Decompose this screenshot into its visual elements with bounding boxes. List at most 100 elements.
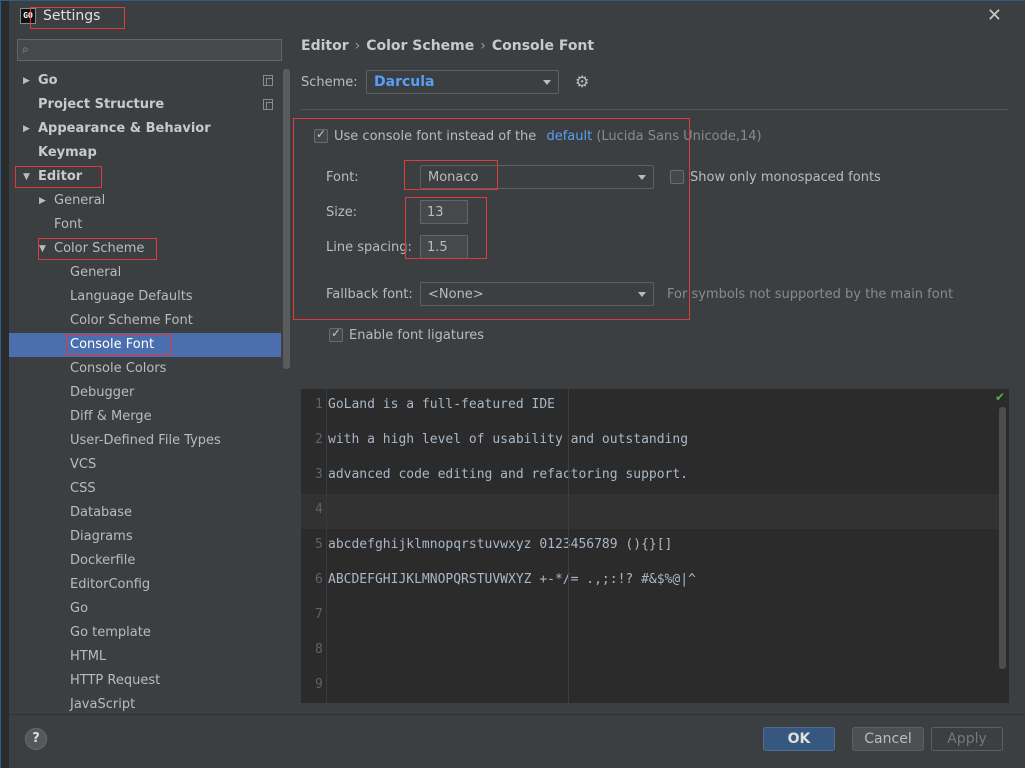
cancel-button[interactable]: Cancel [852,727,924,751]
show-monospaced-checkbox[interactable] [670,170,684,184]
collapsed-arrow-icon[interactable]: ▶ [39,189,46,213]
show-monospaced-label: Show only monospaced fonts [690,170,881,185]
sidebar-item-label: Project Structure [38,97,165,112]
fallback-font-value: <None> [428,287,484,302]
preview-line: 2 with a high level of usability and outs… [301,424,1001,459]
sidebar-item-diff-merge[interactable]: Diff & Merge [9,405,281,429]
settings-search-box[interactable]: ⌕ [17,39,282,61]
scheme-value: Darcula [374,74,435,90]
sidebar-item-label: HTTP Request [70,673,161,688]
sidebar-item-label: CSS [70,481,96,496]
preview-line: 6 ABCDEFGHIJKLMNOPQRSTUVWXYZ +-*/= .,;:!?… [301,564,1001,599]
title-bar: GO Settings ✕ [9,1,1025,33]
close-icon[interactable]: ✕ [987,5,1002,26]
preview-line: 7 [301,599,1001,634]
sidebar-item-appearance-behavior[interactable]: ▶ Appearance & Behavior [9,117,281,141]
sidebar-item-label: Debugger [70,385,135,400]
sidebar-item-font[interactable]: Font [9,213,281,237]
line-number: 2 [315,432,323,447]
search-input[interactable] [38,41,278,59]
preview-scrollbar[interactable] [999,407,1006,669]
sidebar-item-database[interactable]: Database [9,501,281,525]
sidebar-item-dockerfile[interactable]: Dockerfile [9,549,281,573]
sidebar-item-go[interactable]: ▶ Go [9,69,281,93]
sidebar-item-project-structure[interactable]: Project Structure [9,93,281,117]
default-font-link[interactable]: default [546,129,592,144]
gutter-divider [326,389,327,703]
size-input[interactable]: 13 [420,200,468,224]
sidebar-item-label: Editor [38,169,83,184]
help-icon[interactable]: ? [25,728,47,750]
preview-line-text: with a high level of usability and outst… [328,432,689,447]
enable-ligatures-checkbox[interactable] [329,326,343,342]
line-spacing-label: Line spacing: [326,240,412,255]
preview-line: 1 GoLand is a full-featured IDE [301,389,1001,424]
scheme-label: Scheme: [301,75,358,90]
preview-line: 5 abcdefghijklmnopqrstuvwxyz 0123456789 (… [301,529,1001,564]
line-number: 7 [315,607,323,622]
scheme-dropdown[interactable]: Darcula [366,70,559,94]
sidebar-item-label: HTML [70,649,107,664]
sidebar-item-general[interactable]: General [9,261,281,285]
sidebar-scrollbar[interactable] [283,69,290,369]
sidebar-item-label: Go template [70,625,151,640]
sidebar-item-label: General [70,265,122,280]
sidebar-item-language-defaults[interactable]: Language Defaults [9,285,281,309]
line-number: 8 [315,642,323,657]
sidebar-item-diagrams[interactable]: Diagrams [9,525,281,549]
sidebar-item-javascript[interactable]: JavaScript [9,693,281,714]
sidebar-item-label: Go [70,601,89,616]
preview-line-text: advanced code editing and refactoring su… [328,467,689,482]
sidebar-item-color-scheme[interactable]: ▼ Color Scheme [9,237,281,261]
sidebar-item-label: Color Scheme Font [70,313,193,328]
expanded-arrow-icon[interactable]: ▼ [23,165,30,189]
sidebar-item-css[interactable]: CSS [9,477,281,501]
line-number: 6 [315,572,323,587]
sidebar-item-label: Console Colors [70,361,167,376]
sidebar-item-label: Keymap [38,145,97,160]
sidebar-item-color-scheme-font[interactable]: Color Scheme Font [9,309,281,333]
sidebar-item-console-font[interactable]: Console Font [9,333,281,357]
sidebar-item-user-defined-file-types[interactable]: User-Defined File Types [9,429,281,453]
use-console-font-row: Use console font instead of the default … [334,129,762,144]
sidebar-item-html[interactable]: HTML [9,645,281,669]
project-scope-icon [263,75,273,86]
collapsed-arrow-icon[interactable]: ▶ [23,117,30,141]
sidebar-item-label: EditorConfig [70,577,151,592]
collapsed-arrow-icon[interactable]: ▶ [23,69,30,93]
sidebar-item-general[interactable]: ▶ General [9,189,281,213]
font-preview-editor[interactable]: 1 GoLand is a full-featured IDE 2 with a hi… [301,389,1009,703]
line-number: 5 [315,537,323,552]
sidebar-item-debugger[interactable]: Debugger [9,381,281,405]
expanded-arrow-icon[interactable]: ▼ [39,237,46,261]
breadcrumb-editor[interactable]: Editor [301,38,349,54]
sidebar-item-vcs[interactable]: VCS [9,453,281,477]
breadcrumb-color-scheme[interactable]: Color Scheme [366,38,474,54]
preview-line: 3 advanced code editing and refactoring s… [301,459,1001,494]
fallback-font-label: Fallback font: [326,287,413,302]
sidebar-item-go[interactable]: Go [9,597,281,621]
sidebar-item-label: Diagrams [70,529,133,544]
sidebar-item-label: Font [54,217,83,232]
sidebar-item-label: Database [70,505,133,520]
font-dropdown[interactable]: Monaco [420,165,654,189]
sidebar-item-go-template[interactable]: Go template [9,621,281,645]
ok-button[interactable]: OK [763,727,835,751]
dialog-button-bar: ? OK Cancel Apply [9,714,1025,768]
line-spacing-input[interactable]: 1.5 [420,235,468,259]
gear-icon[interactable]: ⚙ [575,72,589,91]
apply-button[interactable]: Apply [931,727,1003,751]
sidebar-item-console-colors[interactable]: Console Colors [9,357,281,381]
fallback-font-dropdown[interactable]: <None> [420,282,654,306]
sidebar-item-http-request[interactable]: HTTP Request [9,669,281,693]
sidebar-item-editorconfig[interactable]: EditorConfig [9,573,281,597]
line-number: 4 [315,502,323,517]
right-margin-guide [568,389,569,703]
sidebar-item-label: Language Defaults [70,289,193,304]
line-number: 3 [315,467,323,482]
sidebar-item-editor[interactable]: ▼ Editor [9,165,281,189]
settings-main-panel: Editor › Color Scheme › Console Font Scheme:… [291,33,1025,714]
sidebar-item-keymap[interactable]: Keymap [9,141,281,165]
use-console-font-checkbox[interactable] [314,127,328,143]
chevron-down-icon [543,80,551,85]
